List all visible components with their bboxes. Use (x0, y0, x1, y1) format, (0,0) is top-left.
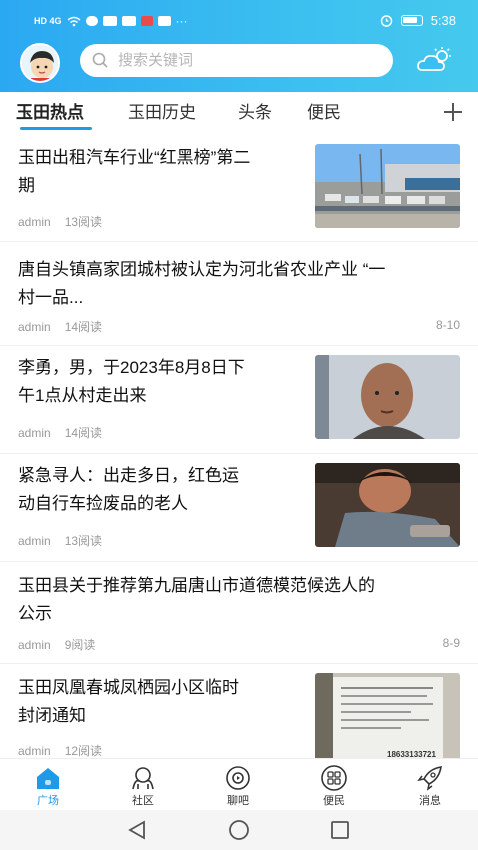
news-meta: admin 14阅读 (18, 426, 103, 440)
status-time: 5:38 (430, 13, 456, 28)
system-nav-bar (0, 810, 478, 850)
news-thumbnail (315, 463, 460, 547)
news-item[interactable]: 玉田出租汽车行业“红黑榜”第二期 admin 13阅读 (0, 134, 478, 242)
news-title: 玉田县关于推荐第九届唐山市道德模范候选人的 公示 (18, 576, 375, 623)
tabbar-messages[interactable]: 消息 (400, 759, 460, 811)
news-date: 8-10 (435, 318, 460, 332)
alarm-icon (380, 15, 392, 27)
status-bar: HD 4G ··· 5:38 (0, 10, 478, 34)
app-header: HD 4G ··· 5:38 (0, 0, 478, 92)
tab-yutian-hot[interactable]: 玉田热点 (16, 98, 84, 123)
news-feed: 玉田出租汽车行业“红黑榜”第二期 admin 13阅读 唐自头镇高家团城村被认定为… (0, 134, 478, 758)
tabbar-chat[interactable]: 聊吧 (208, 759, 268, 811)
news-date: 8-9 (442, 636, 460, 650)
news-title: 紧急寻人：出走多日，红色运 动自行车捡废品的老人 (18, 466, 239, 513)
news-item[interactable]: 紧急寻人：出走多日，红色运 动自行车捡废品的老人 admin 13阅读 (0, 454, 478, 562)
news-thumbnail: 18633133721 (315, 673, 460, 758)
search-bar[interactable] (80, 44, 393, 77)
grid-icon (321, 765, 347, 791)
news-meta: admin 9阅读 (18, 638, 96, 652)
add-tab-icon[interactable] (442, 101, 464, 123)
notice-phone: 18633133721 (387, 750, 436, 758)
app-notification-icon (102, 16, 117, 26)
news-meta: admin 14阅读 (18, 320, 103, 334)
search-icon (92, 52, 108, 68)
bottom-tab-bar: 广场 社区 聊吧 便民 消息 (0, 758, 478, 810)
chat-app-icon (157, 16, 171, 26)
chat-icon (226, 766, 250, 790)
recents-icon[interactable] (330, 820, 350, 840)
user-avatar[interactable] (20, 43, 60, 83)
news-thumbnail (315, 355, 460, 439)
news-title: 玉田出租汽车行业“红黑榜”第二期 (18, 148, 251, 195)
news-item[interactable]: 玉田县关于推荐第九届唐山市道德模范候选人的 公示 admin 9阅读 8-9 (0, 562, 478, 664)
news-title: 李勇，男，于2023年8月8日下 午1点从村走出来 (18, 358, 245, 405)
news-title: 唐自头镇高家团城村被认定为河北省农业产业 “一 村一品... (18, 260, 386, 307)
community-icon (132, 767, 154, 790)
news-item[interactable]: 玉田凤凰春城凤栖园小区临时 封闭通知 admin 12阅读 18633133721 (0, 664, 478, 758)
news-item[interactable]: 李勇，男，于2023年8月8日下 午1点从村走出来 admin 14阅读 (0, 346, 478, 454)
news-meta: admin 12阅读 (18, 744, 103, 758)
tab-convenience[interactable]: 便民 (307, 98, 341, 123)
message-icon (417, 766, 442, 791)
tab-yutian-history[interactable]: 玉田历史 (128, 98, 196, 123)
news-meta: admin 13阅读 (18, 534, 103, 548)
news-meta: admin 13阅读 (18, 215, 103, 229)
active-tab-indicator (20, 127, 92, 130)
more-notifications-icon: ··· (175, 14, 188, 28)
tab-headlines[interactable]: 头条 (238, 98, 272, 123)
network-label: HD 4G (34, 16, 62, 26)
news-item[interactable]: 唐自头镇高家团城村被认定为河北省农业产业 “一 村一品... admin 14阅读 … (0, 242, 478, 346)
news-thumbnail (315, 144, 460, 228)
mail-icon (121, 16, 136, 26)
search-input[interactable] (118, 44, 378, 77)
battery-icon (400, 15, 423, 26)
home-nav-icon[interactable] (228, 819, 250, 841)
wifi-icon (67, 16, 80, 26)
home-icon (37, 768, 59, 789)
back-icon[interactable] (126, 820, 148, 840)
category-tabs: 玉田热点 玉田历史 头条 便民 (0, 92, 478, 134)
tabbar-plaza[interactable]: 广场 (18, 759, 78, 811)
tabbar-convenience[interactable]: 便民 (304, 759, 364, 811)
news-title: 玉田凤凰春城凤栖园小区临时 封闭通知 (18, 678, 239, 725)
weather-icon[interactable] (416, 46, 454, 76)
tabbar-community[interactable]: 社区 (113, 759, 173, 811)
red-app-icon (140, 16, 153, 26)
notification-icon (85, 16, 98, 26)
